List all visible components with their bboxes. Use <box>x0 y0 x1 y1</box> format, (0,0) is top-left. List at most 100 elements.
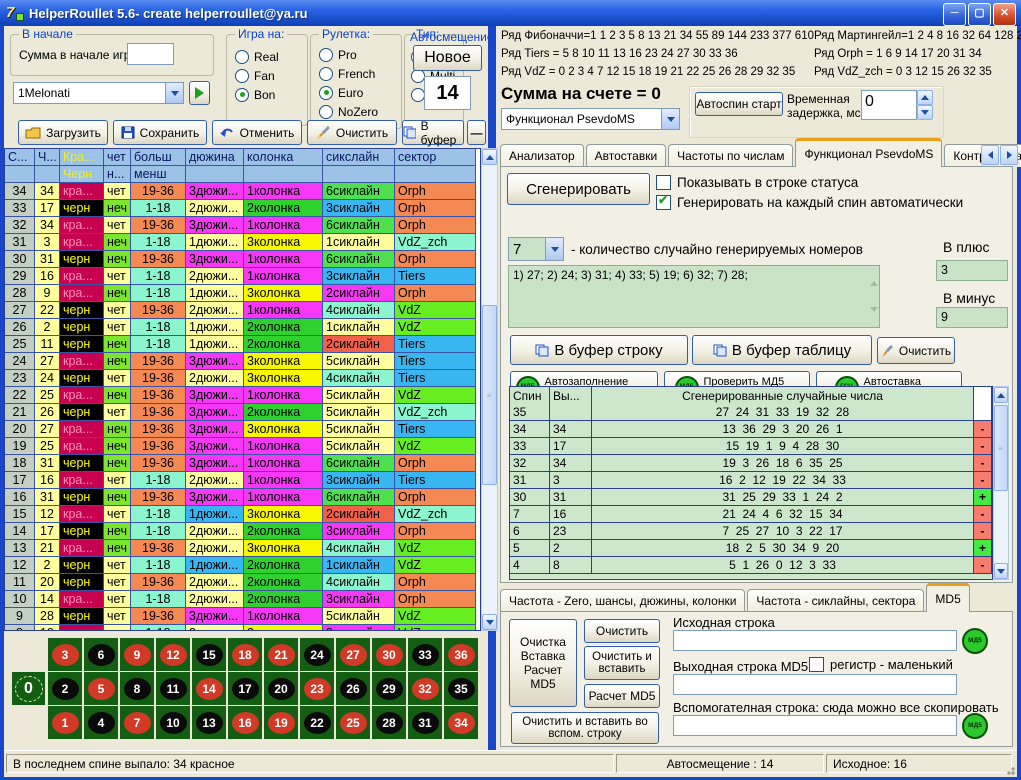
table-cell[interactable]: Orph <box>395 455 476 472</box>
board-cell-11[interactable]: 11 <box>156 672 190 705</box>
plus-value-field[interactable]: 3 <box>936 260 1008 281</box>
column-header[interactable]: Черн <box>60 166 104 183</box>
table-cell[interactable]: кра... <box>60 540 104 557</box>
table-cell[interactable]: 1сиклайн <box>323 319 395 336</box>
column-header[interactable]: больш <box>131 149 186 166</box>
column-header[interactable]: чет <box>104 149 131 166</box>
table-cell[interactable]: 1дюжи... <box>186 557 244 574</box>
table-cell[interactable]: 27 <box>5 302 35 319</box>
table-cell[interactable]: 24 <box>35 370 60 387</box>
table-cell[interactable]: 1-18 <box>131 285 186 302</box>
table-cell[interactable]: 2дюжи... <box>186 591 244 608</box>
scroll-up-icon[interactable] <box>482 149 497 165</box>
table-cell[interactable]: 2колонка <box>244 591 323 608</box>
out-cell[interactable] <box>550 404 592 421</box>
table-cell[interactable]: 19-36 <box>131 489 186 506</box>
table-cell[interactable]: 5сиклайн <box>323 438 395 455</box>
spin-cell[interactable]: 34 <box>510 421 550 438</box>
table-cell[interactable]: 4сиклайн <box>323 370 395 387</box>
table-cell[interactable]: кра... <box>60 353 104 370</box>
table-cell[interactable]: Tiers <box>395 268 476 285</box>
table-cell[interactable]: черн <box>60 336 104 353</box>
table-cell[interactable]: 1-18 <box>131 557 186 574</box>
table-cell[interactable]: неч <box>104 387 131 404</box>
board-cell-21[interactable]: 21 <box>264 638 298 671</box>
out-cell[interactable]: 17 <box>550 438 592 455</box>
table-cell[interactable]: 21 <box>35 540 60 557</box>
board-cell-12[interactable]: 12 <box>156 638 190 671</box>
table-cell[interactable]: кра... <box>60 591 104 608</box>
table-cell[interactable]: чет <box>104 183 131 200</box>
table-cell[interactable]: 3дюжи... <box>186 608 244 625</box>
table-cell[interactable]: неч <box>104 234 131 251</box>
buffer-button[interactable]: В буфер <box>402 120 464 145</box>
table-cell[interactable]: черн <box>60 455 104 472</box>
column-header[interactable]: менш <box>131 166 186 183</box>
table-cell[interactable]: 14 <box>35 591 60 608</box>
table-cell[interactable]: 3дюжи... <box>186 438 244 455</box>
table-cell[interactable]: кра... <box>60 421 104 438</box>
numbers-cell[interactable]: 18 2 5 30 34 9 20 <box>592 540 974 557</box>
table-cell[interactable]: 1колонка <box>244 183 323 200</box>
table-cell[interactable]: черн <box>60 574 104 591</box>
board-cell-22[interactable]: 22 <box>300 706 334 739</box>
table-cell[interactable]: Tiers <box>395 472 476 489</box>
table-cell[interactable]: 12 <box>5 557 35 574</box>
board-cell-34[interactable]: 34 <box>444 706 478 739</box>
radio-circle[interactable] <box>411 88 425 102</box>
table-cell[interactable]: 1дюжи... <box>186 319 244 336</box>
table-cell[interactable]: чет <box>104 625 131 631</box>
table-cell[interactable]: неч <box>104 285 131 302</box>
table-cell[interactable]: 26 <box>35 404 60 421</box>
table-cell[interactable]: 26 <box>5 319 35 336</box>
table-cell[interactable]: кра... <box>60 285 104 302</box>
table-cell[interactable]: чет <box>104 404 131 421</box>
table-cell[interactable]: черн <box>60 557 104 574</box>
table-cell[interactable]: 3дюжи... <box>186 455 244 472</box>
board-cell-3[interactable]: 3 <box>48 638 82 671</box>
table-cell[interactable]: чет <box>104 268 131 285</box>
table-cell[interactable]: 2дюжи... <box>186 370 244 387</box>
source-string-input[interactable] <box>673 630 957 651</box>
autospin-start-button[interactable]: Автоспин старт <box>695 92 783 116</box>
tab-freq-Частота - сиклайны, сектора[interactable]: Частота - сиклайны, сектора <box>747 589 924 612</box>
table-cell[interactable]: 1колонка <box>244 472 323 489</box>
table-cell[interactable]: 20 <box>35 574 60 591</box>
table-cell[interactable]: 2дюжи... <box>186 472 244 489</box>
board-cell-20[interactable]: 20 <box>264 672 298 705</box>
table-cell[interactable]: 22 <box>35 302 60 319</box>
board-cell-26[interactable]: 26 <box>336 672 370 705</box>
column-header[interactable] <box>186 166 244 183</box>
table-cell[interactable]: 14 <box>5 523 35 540</box>
table-cell[interactable]: 11 <box>5 574 35 591</box>
table-cell[interactable]: 2дюжи... <box>186 302 244 319</box>
radio-circle[interactable] <box>319 67 333 81</box>
table-cell[interactable]: 1колонка <box>244 302 323 319</box>
table-cell[interactable]: 19-36 <box>131 574 186 591</box>
board-cell-36[interactable]: 36 <box>444 638 478 671</box>
numbers-cell[interactable]: 5 1 26 0 12 3 33 <box>592 557 974 574</box>
table-cell[interactable]: VdZ <box>395 302 476 319</box>
table-cell[interactable]: кра... <box>60 183 104 200</box>
table-cell[interactable]: 1-18 <box>131 625 186 631</box>
table-cell[interactable]: неч <box>104 200 131 217</box>
table-cell[interactable]: Orph <box>395 251 476 268</box>
table-cell[interactable]: 2дюжи... <box>186 268 244 285</box>
table-cell[interactable]: 1сиклайн <box>323 234 395 251</box>
table-cell[interactable]: 2сиклайн <box>323 285 395 302</box>
generated-numbers-textarea[interactable]: 1) 27; 2) 24; 3) 31; 4) 33; 5) 19; 6) 32… <box>508 265 880 328</box>
table-cell[interactable]: 15 <box>5 506 35 523</box>
table-cell[interactable]: 23 <box>5 370 35 387</box>
table-cell[interactable]: чет <box>104 608 131 625</box>
table-cell[interactable]: 19-36 <box>131 183 186 200</box>
table-cell[interactable]: 19-36 <box>131 302 186 319</box>
spin-cell[interactable]: 31 <box>510 472 550 489</box>
table-cell[interactable]: 1-18 <box>131 200 186 217</box>
table-cell[interactable]: 3дюжи... <box>186 421 244 438</box>
numbers-cell[interactable]: 16 2 12 19 22 34 33 <box>592 472 974 489</box>
board-cell-25[interactable]: 25 <box>336 706 370 739</box>
table-cell[interactable]: 3колонка <box>244 353 323 370</box>
table-cell[interactable]: 1колонка <box>244 268 323 285</box>
buffer-table-button[interactable]: В буфер таблицу <box>692 335 872 365</box>
out-cell[interactable]: 8 <box>550 557 592 574</box>
